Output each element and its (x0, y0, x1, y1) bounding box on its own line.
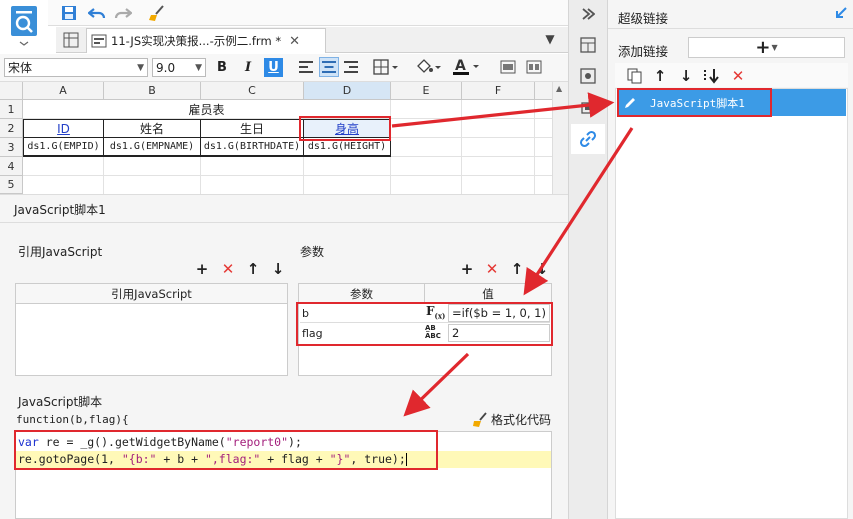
arrow-to-link-item (391, 92, 615, 128)
annotation-arrows (391, 92, 634, 417)
arrow-to-params (523, 127, 634, 296)
arrow-to-code (403, 352, 470, 417)
